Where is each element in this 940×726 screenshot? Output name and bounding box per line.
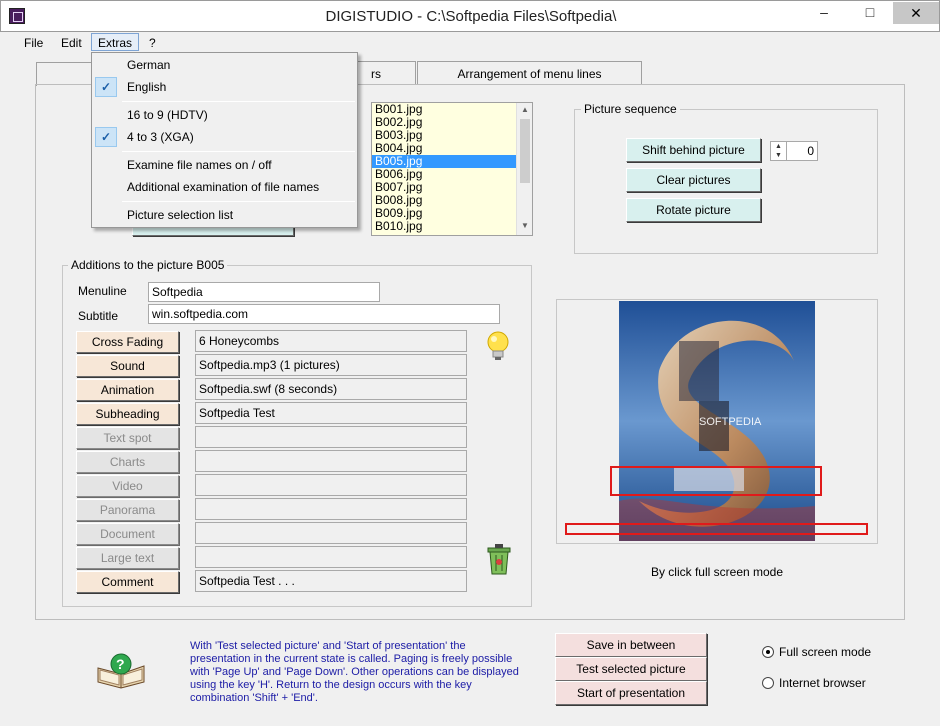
menu-item-german[interactable]: German [94, 54, 355, 76]
title-bar: DIGISTUDIO - C:\Softpedia Files\Softpedi… [0, 0, 940, 32]
picture-sequence-legend: Picture sequence [581, 102, 680, 116]
rotate-picture-button[interactable]: Rotate picture [626, 198, 761, 222]
addition-button[interactable]: Comment [76, 571, 179, 593]
addition-button[interactable]: Cross Fading [76, 331, 179, 353]
info-text: With 'Test selected picture' and 'Start … [190, 640, 519, 704]
preview-watermark: SOFTPEDIA [699, 416, 762, 428]
subtitle-input[interactable]: win.softpedia.com [148, 304, 500, 324]
menu-item-hdtv[interactable]: 16 to 9 (HDTV) [94, 104, 355, 126]
addition-value [195, 426, 467, 448]
shift-value: 0 [807, 144, 814, 158]
menu-item-examine-file-names[interactable]: Examine file names on / off [94, 154, 355, 176]
addition-button[interactable]: Subheading [76, 403, 179, 425]
menu-edit[interactable]: Edit [55, 34, 88, 52]
internet-browser-label[interactable]: Internet browser [779, 676, 866, 690]
subtitle-label: Subtitle [78, 309, 119, 323]
menuline-label: Menuline [78, 284, 127, 298]
lightbulb-icon[interactable] [484, 330, 512, 362]
help-book-icon[interactable]: ? [96, 652, 146, 690]
shift-behind-picture-button[interactable]: Shift behind picture [626, 138, 761, 162]
maximize-button[interactable]: □ [847, 1, 893, 25]
preview-image[interactable]: SOFTPEDIA [619, 301, 815, 541]
menu-item-english[interactable]: English [94, 76, 355, 98]
menu-separator [122, 101, 355, 102]
tab-pictures[interactable] [36, 62, 96, 86]
trash-icon[interactable] [484, 542, 514, 576]
addition-value [195, 546, 467, 568]
tab-arrangement[interactable]: Arrangement of menu lines [417, 61, 642, 85]
menu-separator [122, 151, 355, 152]
menu-help[interactable]: ? [143, 34, 162, 52]
addition-button[interactable]: Animation [76, 379, 179, 401]
scroll-up-icon[interactable]: ▲ [519, 105, 531, 115]
full-screen-radio[interactable] [762, 646, 774, 658]
addition-value [195, 498, 467, 520]
subheading-marker [610, 466, 822, 496]
addition-button[interactable]: Panorama [76, 499, 179, 521]
test-selected-picture-button[interactable]: Test selected picture [555, 657, 707, 681]
addition-value: Softpedia Test [195, 402, 467, 424]
menu-separator [122, 201, 355, 202]
addition-value: Softpedia.mp3 (1 pictures) [195, 354, 467, 376]
stepper-arrows-icon[interactable]: ▲ ▼ [771, 142, 787, 160]
addition-button[interactable]: Large text [76, 547, 179, 569]
addition-button[interactable]: Sound [76, 355, 179, 377]
save-in-between-button[interactable]: Save in between [555, 633, 707, 657]
menu-extras[interactable]: Extras [91, 33, 140, 51]
menu-file[interactable]: File [18, 34, 49, 52]
addition-button[interactable]: Video [76, 475, 179, 497]
internet-browser-radio[interactable] [762, 677, 774, 689]
additions-legend: Additions to the picture B005 [68, 258, 228, 272]
start-presentation-button[interactable]: Start of presentation [555, 681, 707, 705]
menu-bar: File Edit Extras ? [1, 32, 939, 52]
addition-value: 6 Honeycombs [195, 330, 467, 352]
scroll-thumb[interactable] [520, 119, 530, 183]
full-screen-label[interactable]: Full screen mode [779, 645, 871, 659]
addition-button[interactable]: Charts [76, 451, 179, 473]
list-scrollbar[interactable]: ▲ ▼ [516, 103, 532, 235]
menuline-input[interactable]: Softpedia [148, 282, 380, 302]
addition-button[interactable]: Document [76, 523, 179, 545]
addition-value: Softpedia.swf (8 seconds) [195, 378, 467, 400]
addition-value [195, 450, 467, 472]
clear-pictures-button[interactable]: Clear pictures [626, 168, 761, 192]
addition-value [195, 522, 467, 544]
preview-caption: By click full screen mode [650, 565, 784, 579]
addition-button[interactable]: Text spot [76, 427, 179, 449]
picture-list[interactable]: B001.jpg B002.jpg B003.jpg B004.jpg B005.jpg… [371, 102, 533, 236]
menu-item-picture-selection-list[interactable]: Picture selection list [94, 204, 355, 226]
extras-dropdown: German ✓ English 16 to 9 (HDTV) ✓ 4 to 3… [91, 52, 358, 228]
svg-text:?: ? [116, 656, 125, 672]
menu-item-additional-examination[interactable]: Additional examination of file names [94, 176, 355, 198]
addition-value [195, 474, 467, 496]
window-title: DIGISTUDIO - C:\Softpedia Files\Softpedi… [325, 8, 617, 25]
shift-value-stepper[interactable]: ▲ ▼ 0 [770, 141, 818, 161]
menu-item-xga[interactable]: 4 to 3 (XGA) [94, 126, 355, 148]
minimize-button[interactable]: – [801, 1, 847, 25]
tab-colors-label: rs [371, 67, 381, 81]
addition-value: Softpedia Test . . . [195, 570, 467, 592]
subtitle-marker [565, 523, 868, 535]
list-item[interactable]: B010.jpg [372, 220, 532, 233]
close-button[interactable]: ✕ [893, 2, 939, 24]
scroll-down-icon[interactable]: ▼ [519, 221, 531, 231]
